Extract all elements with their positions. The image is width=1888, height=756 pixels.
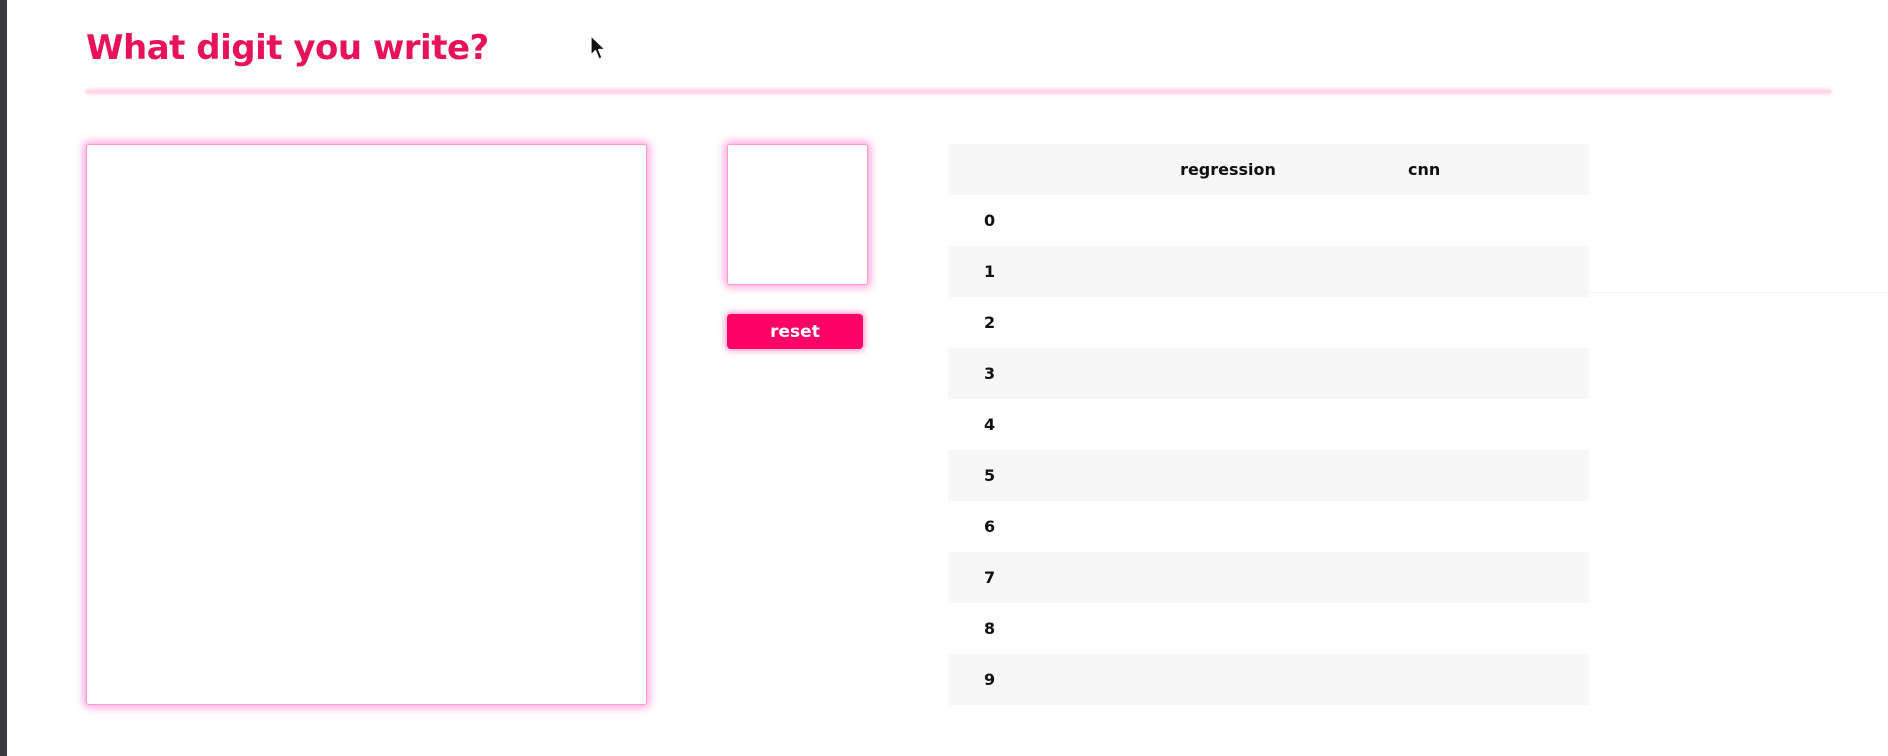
regression-score xyxy=(1118,654,1338,705)
table-row: 8 xyxy=(948,603,1589,654)
cnn-score xyxy=(1338,552,1589,603)
header-digit xyxy=(948,144,1118,195)
table-row: 7 xyxy=(948,552,1589,603)
table-row: 9 xyxy=(948,654,1589,705)
table-row: 3 xyxy=(948,348,1589,399)
regression-score xyxy=(1118,552,1338,603)
digit-label: 6 xyxy=(984,517,996,536)
preview-canvas xyxy=(727,144,868,285)
reset-button[interactable]: reset xyxy=(727,314,863,349)
cnn-score xyxy=(1338,297,1589,348)
regression-score xyxy=(1118,246,1338,297)
app-window: What digit you write? reset regression c… xyxy=(0,0,1888,756)
page-title: What digit you write? xyxy=(86,28,489,68)
regression-score xyxy=(1118,501,1338,552)
digit-label: 4 xyxy=(984,415,996,434)
digit-label: 2 xyxy=(984,313,996,332)
digit-label: 3 xyxy=(984,364,996,383)
header-cnn: cnn xyxy=(1408,160,1441,179)
regression-score xyxy=(1118,399,1338,450)
cnn-score xyxy=(1338,195,1589,246)
cnn-score xyxy=(1338,501,1589,552)
digit-label: 0 xyxy=(984,211,996,230)
digit-label: 7 xyxy=(984,568,996,587)
table-header-row: regression cnn xyxy=(948,144,1589,195)
regression-score xyxy=(1118,348,1338,399)
mouse-pointer-icon xyxy=(590,35,606,60)
regression-score xyxy=(1118,450,1338,501)
title-divider xyxy=(86,90,1831,93)
window-edge xyxy=(0,0,7,756)
digit-label: 5 xyxy=(984,466,996,485)
regression-score xyxy=(1118,603,1338,654)
prediction-table: regression cnn 0 1 2 3 4 5 6 7 8 9 xyxy=(948,144,1589,705)
regression-score xyxy=(1118,297,1338,348)
drawing-canvas[interactable] xyxy=(86,144,647,705)
cnn-score xyxy=(1338,654,1589,705)
cnn-score xyxy=(1338,348,1589,399)
table-row: 1 xyxy=(948,246,1589,297)
row-highlight-extension xyxy=(1589,292,1888,293)
digit-label: 9 xyxy=(984,670,996,689)
table-row: 2 xyxy=(948,297,1589,348)
header-regression: regression xyxy=(1180,160,1276,179)
cnn-score xyxy=(1338,450,1589,501)
cnn-score xyxy=(1338,246,1589,297)
cnn-score xyxy=(1338,399,1589,450)
regression-score xyxy=(1118,195,1338,246)
digit-label: 8 xyxy=(984,619,996,638)
table-row: 4 xyxy=(948,399,1589,450)
table-row: 0 xyxy=(948,195,1589,246)
table-row: 6 xyxy=(948,501,1589,552)
digit-label: 1 xyxy=(984,262,996,281)
cnn-score xyxy=(1338,603,1589,654)
table-row: 5 xyxy=(948,450,1589,501)
